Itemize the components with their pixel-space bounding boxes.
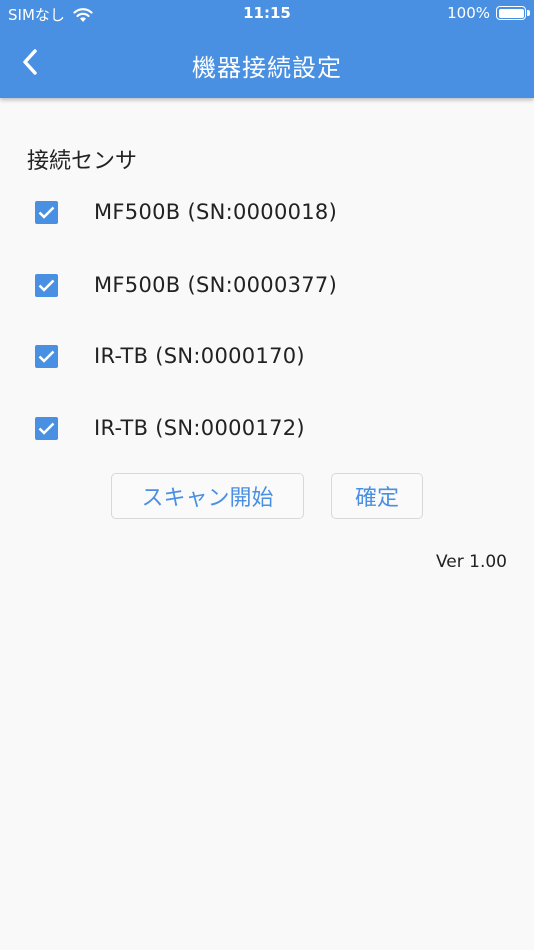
confirm-button[interactable]: 確定 [331, 473, 423, 519]
sensor-checkbox[interactable] [35, 200, 58, 224]
checkmark-icon [38, 422, 55, 435]
sensor-label: MF500B (SN:0000377) [94, 273, 338, 297]
sensor-checkbox[interactable] [35, 273, 58, 297]
battery-percent: 100% [447, 4, 490, 22]
sensor-item[interactable]: MF500B (SN:0000018) [0, 182, 534, 242]
app-header: SIMなし 11:15 100% 機器接続設定 [0, 0, 534, 98]
sensor-checkbox[interactable] [35, 416, 58, 440]
battery-fill [498, 8, 524, 18]
checkmark-icon [38, 350, 55, 363]
nav-bar: 機器接続設定 [0, 28, 534, 98]
battery-tip [527, 10, 530, 16]
sensor-item[interactable]: IR-TB (SN:0000172) [0, 398, 534, 458]
battery-status: 100% [447, 4, 530, 22]
sensor-label: IR-TB (SN:0000172) [94, 416, 305, 440]
sensor-item[interactable]: IR-TB (SN:0000170) [0, 326, 534, 386]
sensor-checkbox[interactable] [35, 344, 58, 368]
version-label: Ver 1.00 [435, 552, 507, 572]
scan-start-button[interactable]: スキャン開始 [111, 473, 304, 519]
sensor-item[interactable]: MF500B (SN:0000377) [0, 255, 534, 315]
checkmark-icon [38, 206, 55, 219]
checkmark-icon [38, 279, 55, 292]
sensor-label: MF500B (SN:0000018) [94, 200, 338, 224]
status-bar: SIMなし 11:15 100% [0, 0, 534, 28]
sensor-label: IR-TB (SN:0000170) [94, 344, 305, 368]
page-title: 機器接続設定 [192, 54, 342, 82]
connected-sensors-label: 接続センサ [27, 149, 138, 174]
battery-icon [496, 6, 530, 20]
